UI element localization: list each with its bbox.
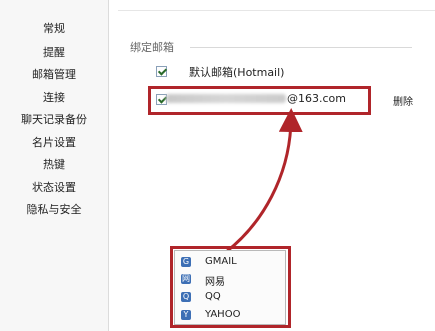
settings-window: 常规 提醒 邮箱管理 连接 聊天记录备份 名片设置 热键 状态设置 隐私与安全 … — [0, 0, 435, 331]
highlight-box-dropdown — [170, 246, 291, 328]
